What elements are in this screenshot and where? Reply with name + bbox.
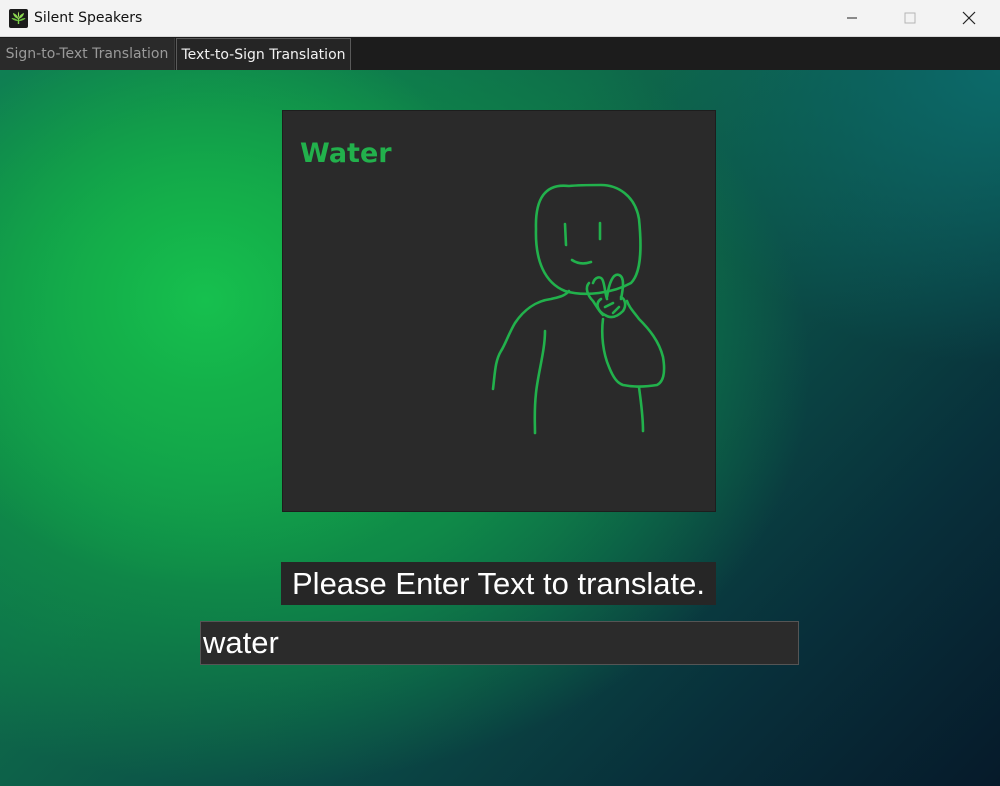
app-leaf-icon <box>9 9 28 28</box>
sign-drawing-water-icon <box>491 183 666 435</box>
title-bar: Silent Speakers <box>0 0 1000 37</box>
tab-bar: Sign-to-Text Translation Text-to-Sign Tr… <box>0 37 1000 70</box>
prompt-label: Please Enter Text to translate. <box>281 562 716 605</box>
window-title: Silent Speakers <box>34 10 143 26</box>
tab-text-to-sign[interactable]: Text-to-Sign Translation <box>176 38 351 70</box>
sign-image-card: Water <box>282 110 716 512</box>
translation-panel: Water Please Enter Text to translate. wa… <box>0 70 1000 786</box>
tab-sign-to-text[interactable]: Sign-to-Text Translation <box>0 38 175 70</box>
maximize-icon <box>904 12 916 24</box>
close-icon <box>962 11 976 25</box>
maximize-button[interactable] <box>881 0 939 36</box>
minimize-icon <box>847 17 857 19</box>
minimize-button[interactable] <box>823 0 881 36</box>
close-button[interactable] <box>940 0 998 36</box>
translation-text-input[interactable] <box>200 621 799 665</box>
